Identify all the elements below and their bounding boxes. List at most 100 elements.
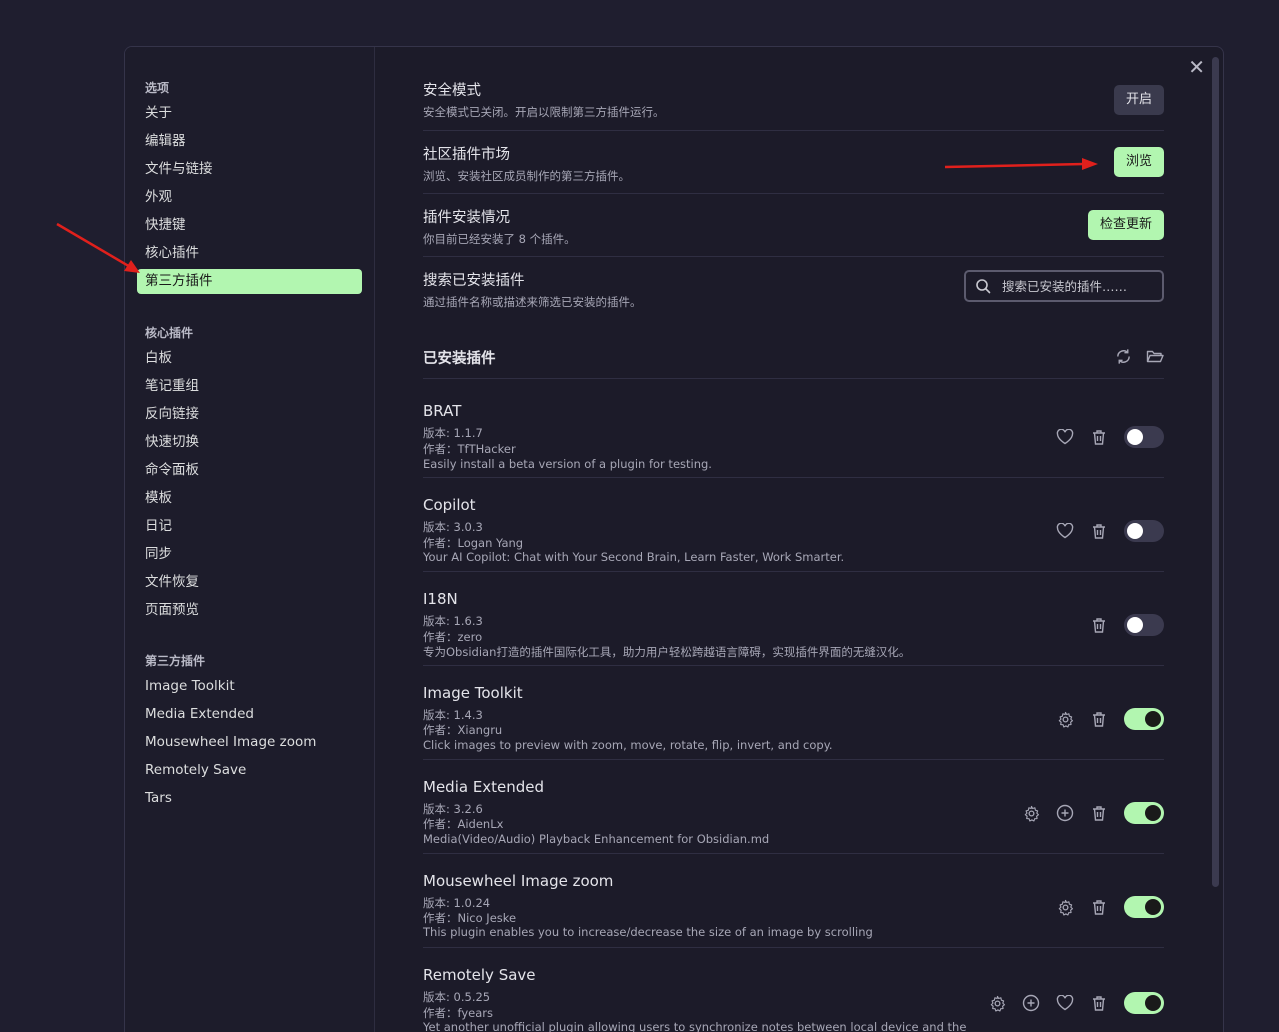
- plugin-description: Your AI Copilot: Chat with Your Second B…: [423, 550, 845, 564]
- sidebar-item-editor[interactable]: 编辑器: [137, 127, 362, 155]
- plugin-enable-toggle[interactable]: [1124, 426, 1164, 448]
- trash-icon[interactable]: [1090, 994, 1108, 1012]
- plugin-enable-toggle[interactable]: [1124, 802, 1164, 824]
- plugin-author: 作者：AidenLx: [423, 817, 504, 831]
- plugin-enable-toggle[interactable]: [1124, 708, 1164, 730]
- sidebar-heading-options: 选项: [145, 81, 170, 95]
- plugin-enable-toggle[interactable]: [1124, 614, 1164, 636]
- plugin-name: I18N: [423, 590, 458, 608]
- plugin-row-i18n: I18N 版本: 1.6.3 作者：zero 专为Obsidian打造的插件国际…: [423, 572, 1164, 666]
- trash-icon[interactable]: [1090, 804, 1108, 822]
- plugin-version: 版本: 1.4.3: [423, 708, 483, 722]
- plus-circle-icon[interactable]: [1022, 994, 1040, 1012]
- plugin-description: Click images to preview with zoom, move,…: [423, 738, 833, 752]
- sidebar-item-templates[interactable]: 模板: [137, 484, 362, 512]
- check-updates-button[interactable]: 检查更新: [1087, 210, 1164, 240]
- search-icon: [975, 278, 991, 298]
- gear-icon[interactable]: [1056, 710, 1074, 728]
- trash-icon[interactable]: [1090, 616, 1108, 634]
- trash-icon[interactable]: [1090, 522, 1108, 540]
- sidebar-item-image-toolkit[interactable]: Image Toolkit: [137, 672, 362, 700]
- plugin-author: 作者：Logan Yang: [423, 536, 524, 550]
- settings-modal: 选项 关于 编辑器 文件与链接 外观 快捷键 核心插件 第三方插件 核心插件 白…: [124, 46, 1224, 1032]
- plugin-author: 作者：Xiangru: [423, 723, 503, 737]
- folder-open-icon[interactable]: [1146, 347, 1164, 365]
- plugin-name: Mousewheel Image zoom: [423, 872, 614, 890]
- sidebar-item-hotkeys[interactable]: 快捷键: [137, 211, 362, 239]
- sidebar-item-about[interactable]: 关于: [137, 99, 362, 127]
- plugin-name: Image Toolkit: [423, 684, 523, 702]
- safe-mode-button[interactable]: 开启: [1113, 85, 1164, 115]
- sidebar-item-note-composer[interactable]: 笔记重组: [137, 372, 362, 400]
- plugin-author: 作者：TfTHacker: [423, 442, 516, 456]
- sidebar-heading-core: 核心插件: [145, 326, 194, 340]
- sidebar-item-media-extended[interactable]: Media Extended: [137, 700, 362, 728]
- trash-icon[interactable]: [1090, 710, 1108, 728]
- sidebar-heading-community: 第三方插件: [145, 654, 206, 668]
- setting-search-installed: 搜索已安装插件 通过插件名称或描述来筛选已安装的插件。: [423, 269, 1164, 309]
- sidebar-item-mousewheel-image-zoom[interactable]: Mousewheel Image zoom: [137, 728, 362, 756]
- heart-icon[interactable]: [1056, 994, 1074, 1012]
- sidebar-item-canvas[interactable]: 白板: [137, 344, 362, 372]
- plugin-version: 版本: 1.0.24: [423, 896, 491, 910]
- plugin-description: Media(Video/Audio) Playback Enhancement …: [423, 832, 770, 846]
- setting-description: 你目前已经安装了 8 个插件。: [423, 232, 576, 246]
- sidebar-item-backlinks[interactable]: 反向链接: [137, 400, 362, 428]
- close-icon[interactable]: ✕: [1188, 55, 1205, 79]
- plugin-row-remotely-save: Remotely Save 版本: 0.5.25 作者：fyears Yet a…: [423, 948, 1164, 1032]
- plugin-author: 作者：fyears: [423, 1006, 493, 1020]
- plugin-name: Remotely Save: [423, 966, 536, 984]
- sidebar-item-appearance[interactable]: 外观: [137, 183, 362, 211]
- heart-icon[interactable]: [1056, 522, 1074, 540]
- sidebar-item-tars[interactable]: Tars: [137, 784, 362, 812]
- gear-icon[interactable]: [1056, 898, 1074, 916]
- sidebar-item-core-plugins[interactable]: 核心插件: [137, 239, 362, 267]
- installed-plugins-header: 已安装插件: [423, 347, 1164, 379]
- reload-icon[interactable]: [1114, 347, 1132, 365]
- plugin-enable-toggle[interactable]: [1124, 896, 1164, 918]
- scrollbar-thumb[interactable]: [1212, 57, 1219, 887]
- sidebar-item-sync[interactable]: 同步: [137, 540, 362, 568]
- search-box[interactable]: [964, 270, 1164, 302]
- settings-sidebar: 选项 关于 编辑器 文件与链接 外观 快捷键 核心插件 第三方插件 核心插件 白…: [125, 47, 375, 1032]
- plugin-enable-toggle[interactable]: [1124, 992, 1164, 1014]
- plugin-version: 版本: 1.6.3: [423, 614, 483, 628]
- setting-installed-status: 插件安装情况 你目前已经安装了 8 个插件。 检查更新: [423, 206, 1164, 257]
- setting-name: 插件安装情况: [423, 210, 510, 226]
- sidebar-item-file-recovery[interactable]: 文件恢复: [137, 568, 362, 596]
- plugin-row-copilot: Copilot 版本: 3.0.3 作者：Logan Yang Your AI …: [423, 478, 1164, 572]
- heart-icon[interactable]: [1056, 428, 1074, 446]
- plugin-author: 作者：zero: [423, 630, 483, 644]
- sidebar-item-command-palette[interactable]: 命令面板: [137, 456, 362, 484]
- plugin-description: Easily install a beta version of a plugi…: [423, 457, 712, 471]
- sidebar-item-community-plugins[interactable]: 第三方插件: [137, 269, 362, 294]
- plugin-version: 版本: 0.5.25: [423, 990, 491, 1004]
- setting-name: 安全模式: [423, 83, 481, 99]
- settings-content: ✕ 安全模式 安全模式已关闭。开启以限制第三方插件运行。 开启 社区插件市场 浏…: [376, 47, 1223, 1032]
- plugin-row-brat: BRAT 版本: 1.1.7 作者：TfTHacker Easily insta…: [423, 384, 1164, 478]
- sidebar-item-remotely-save[interactable]: Remotely Save: [137, 756, 362, 784]
- gear-icon[interactable]: [1022, 804, 1040, 822]
- setting-community-market: 社区插件市场 浏览、安装社区成员制作的第三方插件。 浏览: [423, 143, 1164, 194]
- sidebar-item-page-preview[interactable]: 页面预览: [137, 596, 362, 624]
- trash-icon[interactable]: [1090, 898, 1108, 916]
- installed-plugins-title: 已安装插件: [423, 351, 496, 367]
- plugin-row-image-toolkit: Image Toolkit 版本: 1.4.3 作者：Xiangru Click…: [423, 666, 1164, 760]
- plugin-description: This plugin enables you to increase/decr…: [423, 925, 873, 939]
- setting-name: 社区插件市场: [423, 147, 510, 163]
- plugin-name: Copilot: [423, 496, 476, 514]
- plugin-version: 版本: 3.0.3: [423, 520, 483, 534]
- gear-icon[interactable]: [988, 994, 1006, 1012]
- plus-circle-icon[interactable]: [1056, 804, 1074, 822]
- browse-button[interactable]: 浏览: [1113, 147, 1164, 177]
- plugin-enable-toggle[interactable]: [1124, 520, 1164, 542]
- plugin-row-media-extended: Media Extended 版本: 3.2.6 作者：AidenLx Medi…: [423, 760, 1164, 854]
- sidebar-item-quick-switcher[interactable]: 快速切换: [137, 428, 362, 456]
- trash-icon[interactable]: [1090, 428, 1108, 446]
- sidebar-item-daily-notes[interactable]: 日记: [137, 512, 362, 540]
- plugin-row-mousewheel-image-zoom: Mousewheel Image zoom 版本: 1.0.24 作者：Nico…: [423, 854, 1164, 948]
- plugin-description: 专为Obsidian打造的插件国际化工具，助力用户轻松跨越语言障碍，实现插件界面…: [423, 645, 911, 659]
- setting-description: 安全模式已关闭。开启以限制第三方插件运行。: [423, 105, 665, 119]
- search-installed-input[interactable]: [1002, 277, 1152, 295]
- sidebar-item-files-links[interactable]: 文件与链接: [137, 155, 362, 183]
